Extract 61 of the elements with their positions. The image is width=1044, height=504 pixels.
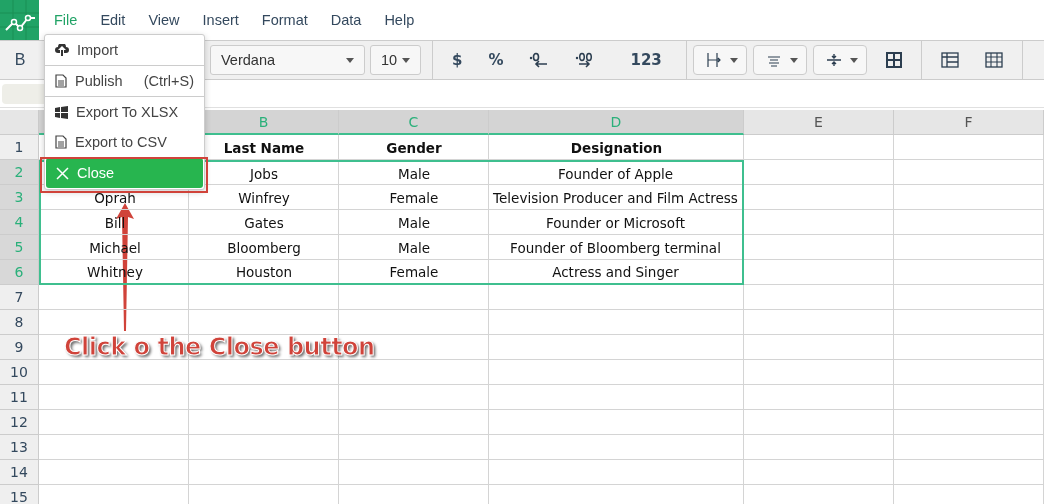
table-cell: Houston <box>189 260 339 285</box>
menu-item[interactable]: Data <box>320 12 372 28</box>
number-format-button[interactable]: 123 <box>622 47 670 73</box>
menu-item[interactable]: Help <box>374 12 425 28</box>
caret-icon <box>849 57 858 63</box>
menu-option[interactable]: Publish (Ctrl+S) <box>45 66 204 97</box>
table-cell-text: Bloomberg <box>226 238 302 258</box>
caret-icon <box>402 57 410 63</box>
column-header[interactable]: F <box>894 110 1044 135</box>
row-header[interactable]: 15 <box>0 485 39 504</box>
caret-icon <box>789 57 798 63</box>
bold-button[interactable]: B <box>0 47 40 73</box>
table-cell-text: Gates <box>243 213 285 233</box>
table-cell: Founder of Bloomberg terminal <box>489 235 744 260</box>
menu-item[interactable]: Format <box>251 12 318 28</box>
table-cell-text: Male <box>397 213 431 233</box>
table-cell: Male <box>339 160 489 185</box>
table-cell: Female <box>339 260 489 285</box>
caret-icon <box>346 57 354 63</box>
caret-icon <box>729 57 738 63</box>
table-cell-text: Designation <box>569 138 664 158</box>
table-cell-text: Female <box>388 188 440 208</box>
row-header[interactable]: 11 <box>0 385 39 410</box>
app-logo <box>0 0 39 40</box>
table-cell-text: Last Name <box>222 138 306 158</box>
menu-item[interactable]: View <box>138 12 190 28</box>
row-header[interactable]: 10 <box>0 360 39 385</box>
row-header[interactable]: 1 <box>0 135 39 160</box>
row-header[interactable]: 8 <box>0 310 39 335</box>
row-header[interactable]: 14 <box>0 460 39 485</box>
currency-button[interactable]: $ <box>444 47 471 73</box>
menu-item[interactable]: Edit <box>90 12 136 28</box>
document-icon <box>55 135 67 149</box>
text-wrap-dropdown[interactable] <box>812 45 867 75</box>
horizontal-align-dropdown[interactable] <box>692 45 747 75</box>
close-icon <box>56 166 69 180</box>
row-header[interactable]: 12 <box>0 410 39 435</box>
font-dropdown[interactable]: Verdana <box>210 45 365 75</box>
row-header[interactable]: 13 <box>0 435 39 460</box>
menu-item[interactable]: Insert <box>192 12 249 28</box>
table-cell-text: Winfrey <box>237 188 291 208</box>
table-cell: Founder of Apple <box>489 160 744 185</box>
table-cell-text: Gender <box>385 138 443 158</box>
table-cell: Actress and Singer <box>489 260 744 285</box>
table-cell: Television Producer and Film Actress <box>489 185 744 210</box>
row-header[interactable]: 9 <box>0 335 39 360</box>
menu-option[interactable]: Import <box>45 35 204 66</box>
table-cell-text: Male <box>397 238 431 258</box>
split-arrows-icon <box>825 52 842 68</box>
align-icon <box>705 52 722 68</box>
cloud-upload-icon <box>55 44 69 56</box>
shortcut-label: (Ctrl+S) <box>143 73 194 89</box>
document-icon <box>55 74 67 88</box>
table-cell: Founder or Microsoft <box>489 210 744 235</box>
vertical-align-dropdown[interactable] <box>752 45 807 75</box>
annotation-text: Click o the Close button <box>64 333 375 361</box>
row-header[interactable]: 7 <box>0 285 39 310</box>
windows-logo-icon <box>55 105 68 119</box>
percent-button[interactable]: % <box>480 47 512 73</box>
column-header[interactable]: E <box>744 110 894 135</box>
font-size-dropdown[interactable]: 10 <box>370 45 421 75</box>
